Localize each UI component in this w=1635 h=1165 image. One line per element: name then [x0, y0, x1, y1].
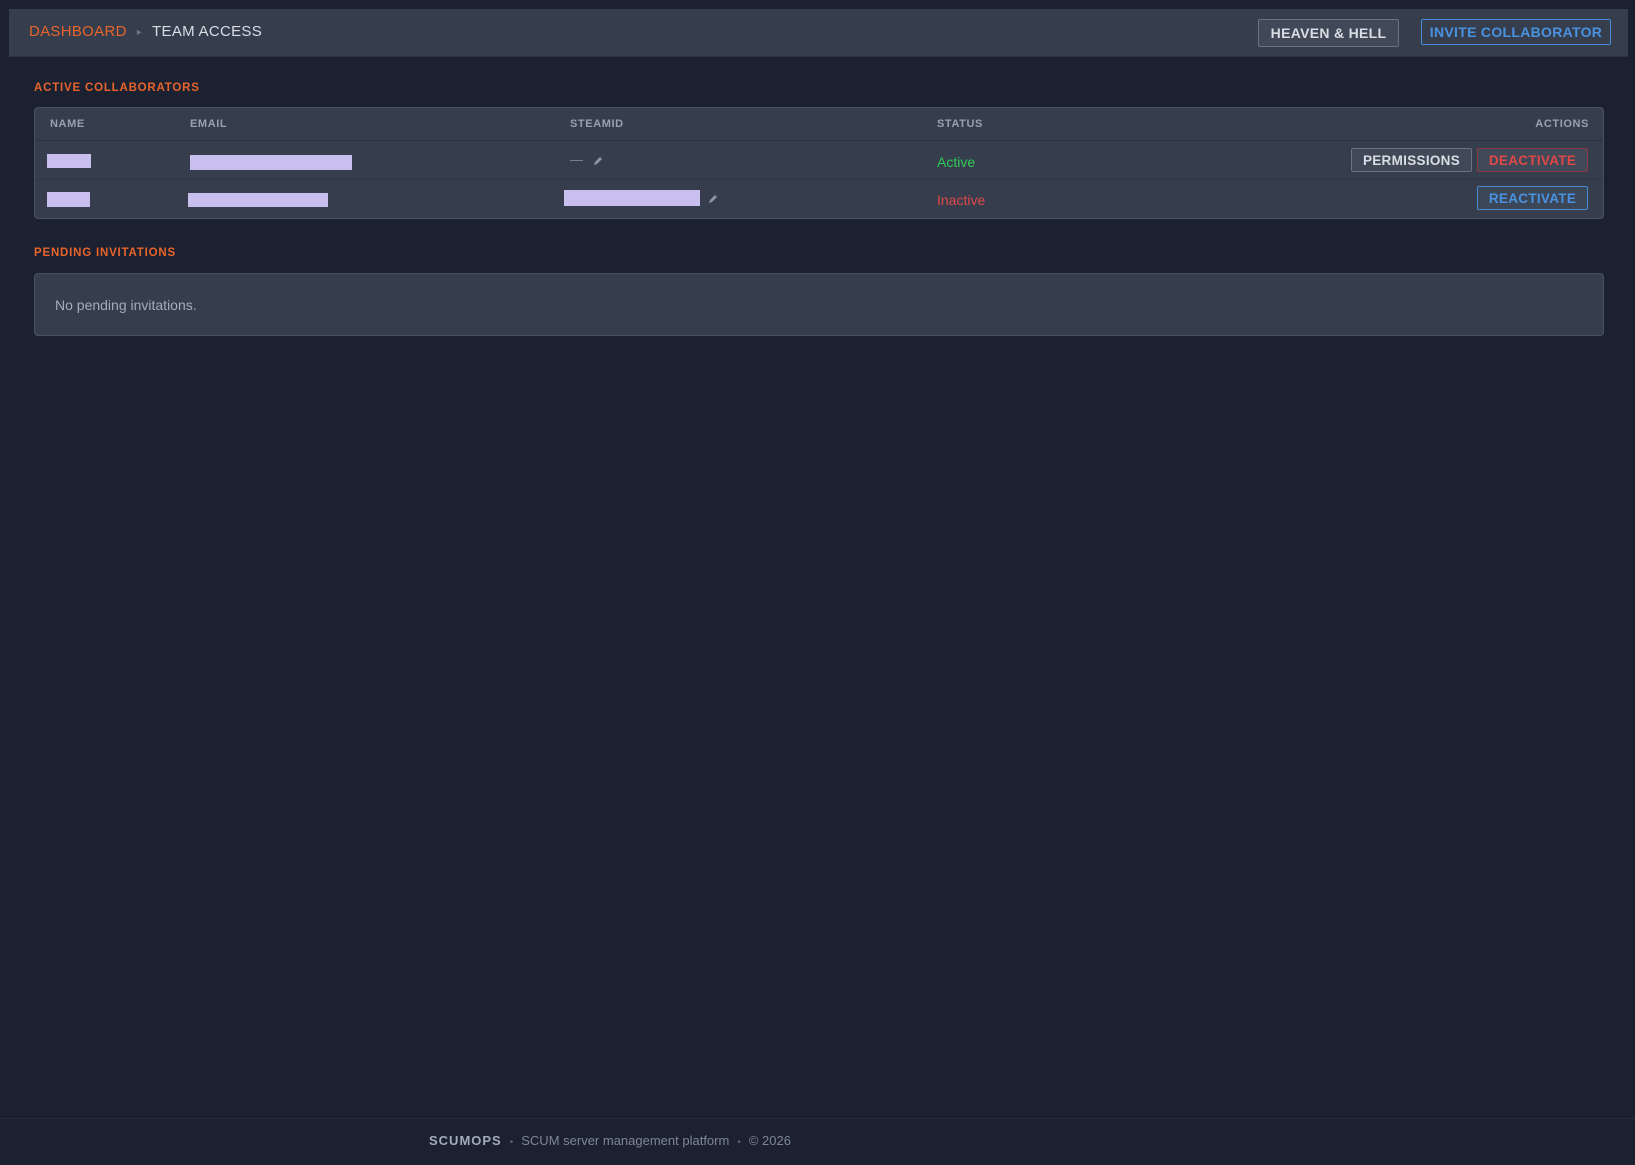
footer-separator: • [509, 1137, 514, 1148]
column-header-email: EMAIL [190, 118, 228, 130]
reactivate-button[interactable]: REACTIVATE [1477, 186, 1588, 210]
breadcrumb-separator-icon: ▸ [136, 27, 143, 38]
permissions-button[interactable]: PERMISSIONS [1351, 148, 1472, 172]
server-selector-button[interactable]: HEAVEN & HELL [1258, 19, 1399, 47]
steamid-empty: — [570, 152, 583, 167]
breadcrumb-dashboard-link[interactable]: DASHBOARD [29, 23, 127, 40]
header-divider [35, 140, 1603, 141]
footer: SCUMOPS • SCUM server management platform •… [0, 1118, 1635, 1165]
footer-brand: SCUMOPS [429, 1133, 502, 1148]
breadcrumb-current: TEAM ACCESS [152, 23, 263, 40]
pencil-icon[interactable] [708, 194, 718, 204]
collaborators-table: NAME EMAIL STEAMID STATUS ACTIONS — Acti… [34, 107, 1604, 219]
column-header-actions: ACTIONS [1535, 118, 1589, 130]
column-header-name: NAME [50, 118, 85, 130]
breadcrumb: DASHBOARD ▸ TEAM ACCESS [29, 23, 262, 40]
active-collaborators-heading: ACTIVE COLLABORATORS [34, 82, 200, 94]
deactivate-button[interactable]: DEACTIVATE [1477, 148, 1588, 172]
footer-separator: • [737, 1137, 741, 1148]
redacted-steamid [564, 190, 700, 206]
pencil-icon[interactable] [593, 156, 603, 166]
footer-copyright: © 2026 [748, 1133, 791, 1148]
redacted-name [47, 154, 91, 168]
pending-invitations-heading: PENDING INVITATIONS [34, 247, 176, 259]
status-badge: Active [937, 154, 976, 170]
status-badge: Inactive [937, 192, 986, 208]
empty-state-text: No pending invitations. [55, 297, 197, 313]
column-header-steamid: STEAMID [570, 118, 624, 130]
invite-collaborator-button[interactable]: INVITE COLLABORATOR [1421, 19, 1611, 45]
column-header-status: STATUS [937, 118, 983, 130]
redacted-email [188, 193, 328, 207]
footer-content: SCUMOPS • SCUM server management platform •… [429, 1133, 791, 1148]
row-divider [35, 179, 1603, 180]
pending-invitations-panel: No pending invitations. [34, 273, 1604, 336]
redacted-email [190, 155, 352, 170]
top-bar: DASHBOARD ▸ TEAM ACCESS HEAVEN & HELL INVI… [9, 9, 1628, 57]
redacted-name [47, 192, 90, 207]
footer-tagline: SCUM server management platform [521, 1133, 730, 1148]
